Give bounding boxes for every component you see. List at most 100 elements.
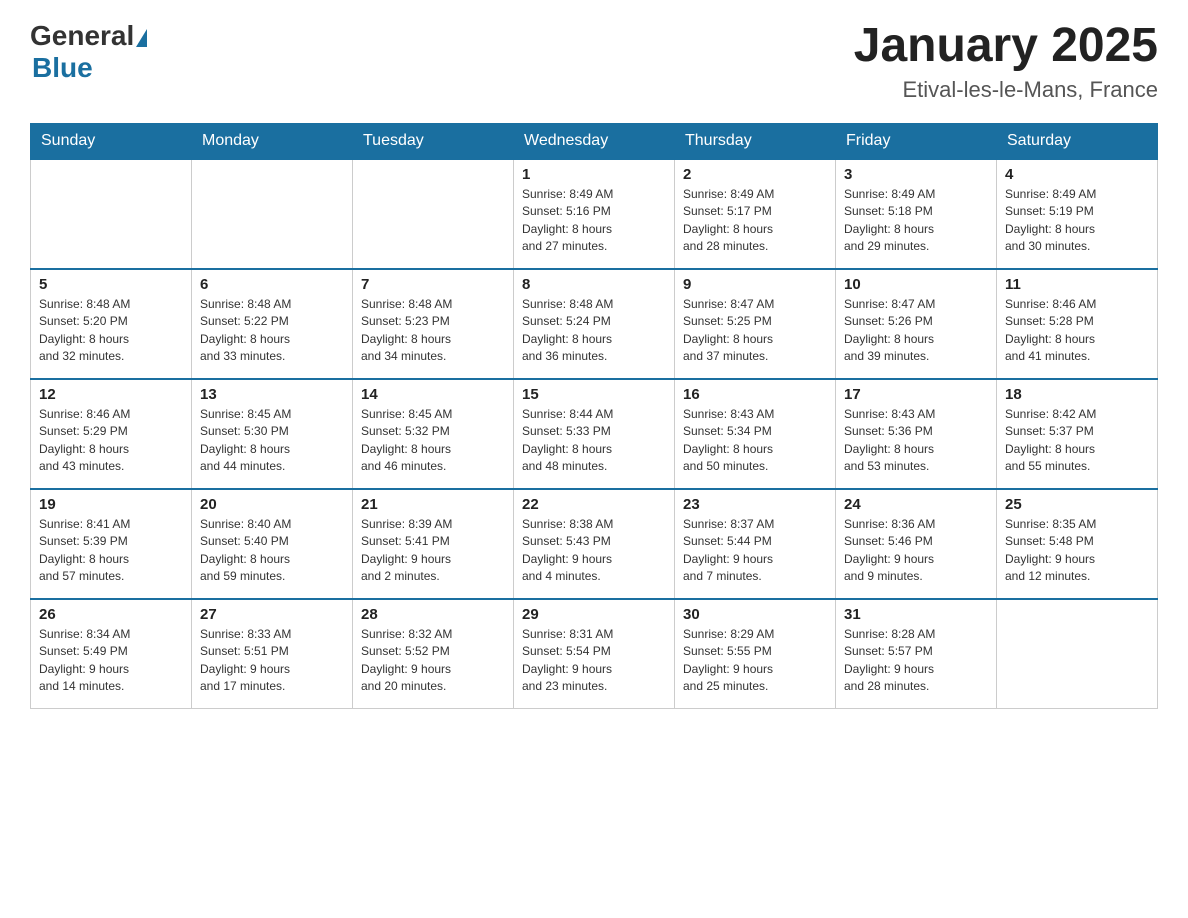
day-cell: [192, 159, 353, 269]
day-info: Sunrise: 8:45 AM Sunset: 5:30 PM Dayligh…: [200, 406, 344, 476]
day-number: 18: [1005, 386, 1149, 403]
day-info: Sunrise: 8:35 AM Sunset: 5:48 PM Dayligh…: [1005, 516, 1149, 586]
day-info: Sunrise: 8:47 AM Sunset: 5:26 PM Dayligh…: [844, 296, 988, 366]
day-cell: 31 Sunrise: 8:28 AM Sunset: 5:57 PM Dayli…: [836, 599, 997, 709]
day-cell: 11Sunrise: 8:46 AM Sunset: 5:28 PM Dayli…: [997, 269, 1158, 379]
day-cell: 19 Sunrise: 8:41 AM Sunset: 5:39 PM Dayli…: [31, 489, 192, 599]
day-cell: 10Sunrise: 8:47 AM Sunset: 5:26 PM Dayli…: [836, 269, 997, 379]
day-info: Sunrise: 8:46 AM Sunset: 5:29 PM Dayligh…: [39, 406, 183, 476]
day-header-friday: Friday: [836, 123, 997, 159]
day-number: 28: [361, 606, 505, 623]
day-cell: 22Sunrise: 8:38 AM Sunset: 5:43 PM Dayli…: [514, 489, 675, 599]
day-cell: 24 Sunrise: 8:36 AM Sunset: 5:46 PM Dayli…: [836, 489, 997, 599]
day-cell: [353, 159, 514, 269]
page-header: General Blue January 2025 Etival-les-le-…: [30, 20, 1158, 103]
day-cell: 16 Sunrise: 8:43 AM Sunset: 5:34 PM Dayli…: [675, 379, 836, 489]
day-number: 30: [683, 606, 827, 623]
day-number: 1: [522, 166, 666, 183]
day-number: 6: [200, 276, 344, 293]
day-info: Sunrise: 8:41 AM Sunset: 5:39 PM Dayligh…: [39, 516, 183, 586]
day-cell: 1 Sunrise: 8:49 AM Sunset: 5:16 PM Daylig…: [514, 159, 675, 269]
day-cell: 3Sunrise: 8:49 AM Sunset: 5:18 PM Daylig…: [836, 159, 997, 269]
week-row-3: 12Sunrise: 8:46 AM Sunset: 5:29 PM Dayli…: [31, 379, 1158, 489]
month-title: January 2025: [854, 20, 1158, 73]
day-cell: 27Sunrise: 8:33 AM Sunset: 5:51 PM Dayli…: [192, 599, 353, 709]
day-cell: 15 Sunrise: 8:44 AM Sunset: 5:33 PM Dayli…: [514, 379, 675, 489]
day-info: Sunrise: 8:31 AM Sunset: 5:54 PM Dayligh…: [522, 626, 666, 696]
day-cell: 8Sunrise: 8:48 AM Sunset: 5:24 PM Daylig…: [514, 269, 675, 379]
day-info: Sunrise: 8:49 AM Sunset: 5:18 PM Dayligh…: [844, 186, 988, 256]
day-info: Sunrise: 8:49 AM Sunset: 5:19 PM Dayligh…: [1005, 186, 1149, 256]
logo-triangle-icon: [136, 29, 147, 47]
day-cell: 12Sunrise: 8:46 AM Sunset: 5:29 PM Dayli…: [31, 379, 192, 489]
day-info: Sunrise: 8:47 AM Sunset: 5:25 PM Dayligh…: [683, 296, 827, 366]
day-number: 20: [200, 496, 344, 513]
day-info: Sunrise: 8:40 AM Sunset: 5:40 PM Dayligh…: [200, 516, 344, 586]
location: Etival-les-le-Mans, France: [854, 77, 1158, 103]
day-cell: 9 Sunrise: 8:47 AM Sunset: 5:25 PM Daylig…: [675, 269, 836, 379]
day-number: 8: [522, 276, 666, 293]
day-info: Sunrise: 8:34 AM Sunset: 5:49 PM Dayligh…: [39, 626, 183, 696]
day-number: 14: [361, 386, 505, 403]
day-info: Sunrise: 8:42 AM Sunset: 5:37 PM Dayligh…: [1005, 406, 1149, 476]
day-header-monday: Monday: [192, 123, 353, 159]
day-number: 24: [844, 496, 988, 513]
day-cell: 21Sunrise: 8:39 AM Sunset: 5:41 PM Dayli…: [353, 489, 514, 599]
day-number: 23: [683, 496, 827, 513]
week-row-1: 1 Sunrise: 8:49 AM Sunset: 5:16 PM Daylig…: [31, 159, 1158, 269]
day-cell: 7Sunrise: 8:48 AM Sunset: 5:23 PM Daylig…: [353, 269, 514, 379]
logo-general: General: [30, 20, 134, 52]
day-cell: 30 Sunrise: 8:29 AM Sunset: 5:55 PM Dayli…: [675, 599, 836, 709]
week-row-5: 26 Sunrise: 8:34 AM Sunset: 5:49 PM Dayli…: [31, 599, 1158, 709]
day-header-tuesday: Tuesday: [353, 123, 514, 159]
day-cell: 29 Sunrise: 8:31 AM Sunset: 5:54 PM Dayli…: [514, 599, 675, 709]
day-cell: [31, 159, 192, 269]
day-number: 2: [683, 166, 827, 183]
day-info: Sunrise: 8:36 AM Sunset: 5:46 PM Dayligh…: [844, 516, 988, 586]
day-number: 9: [683, 276, 827, 293]
day-info: Sunrise: 8:48 AM Sunset: 5:22 PM Dayligh…: [200, 296, 344, 366]
day-info: Sunrise: 8:39 AM Sunset: 5:41 PM Dayligh…: [361, 516, 505, 586]
day-info: Sunrise: 8:29 AM Sunset: 5:55 PM Dayligh…: [683, 626, 827, 696]
day-info: Sunrise: 8:32 AM Sunset: 5:52 PM Dayligh…: [361, 626, 505, 696]
day-number: 16: [683, 386, 827, 403]
day-info: Sunrise: 8:37 AM Sunset: 5:44 PM Dayligh…: [683, 516, 827, 586]
day-number: 29: [522, 606, 666, 623]
title-block: January 2025 Etival-les-le-Mans, France: [854, 20, 1158, 103]
day-header-thursday: Thursday: [675, 123, 836, 159]
day-number: 4: [1005, 166, 1149, 183]
day-info: Sunrise: 8:49 AM Sunset: 5:17 PM Dayligh…: [683, 186, 827, 256]
day-info: Sunrise: 8:43 AM Sunset: 5:34 PM Dayligh…: [683, 406, 827, 476]
day-info: Sunrise: 8:28 AM Sunset: 5:57 PM Dayligh…: [844, 626, 988, 696]
day-header-sunday: Sunday: [31, 123, 192, 159]
day-number: 5: [39, 276, 183, 293]
week-row-4: 19 Sunrise: 8:41 AM Sunset: 5:39 PM Dayli…: [31, 489, 1158, 599]
day-cell: 13 Sunrise: 8:45 AM Sunset: 5:30 PM Dayli…: [192, 379, 353, 489]
week-row-2: 5 Sunrise: 8:48 AM Sunset: 5:20 PM Daylig…: [31, 269, 1158, 379]
logo: General Blue: [30, 20, 147, 84]
day-cell: 17Sunrise: 8:43 AM Sunset: 5:36 PM Dayli…: [836, 379, 997, 489]
day-number: 31: [844, 606, 988, 623]
day-cell: 2 Sunrise: 8:49 AM Sunset: 5:17 PM Daylig…: [675, 159, 836, 269]
day-number: 25: [1005, 496, 1149, 513]
day-header-saturday: Saturday: [997, 123, 1158, 159]
day-cell: 23 Sunrise: 8:37 AM Sunset: 5:44 PM Dayli…: [675, 489, 836, 599]
day-number: 27: [200, 606, 344, 623]
day-cell: 26 Sunrise: 8:34 AM Sunset: 5:49 PM Dayli…: [31, 599, 192, 709]
day-number: 26: [39, 606, 183, 623]
day-number: 15: [522, 386, 666, 403]
day-cell: [997, 599, 1158, 709]
day-info: Sunrise: 8:49 AM Sunset: 5:16 PM Dayligh…: [522, 186, 666, 256]
day-number: 7: [361, 276, 505, 293]
day-cell: 4 Sunrise: 8:49 AM Sunset: 5:19 PM Daylig…: [997, 159, 1158, 269]
day-cell: 14Sunrise: 8:45 AM Sunset: 5:32 PM Dayli…: [353, 379, 514, 489]
day-info: Sunrise: 8:38 AM Sunset: 5:43 PM Dayligh…: [522, 516, 666, 586]
day-cell: 20 Sunrise: 8:40 AM Sunset: 5:40 PM Dayli…: [192, 489, 353, 599]
day-cell: 25 Sunrise: 8:35 AM Sunset: 5:48 PM Dayli…: [997, 489, 1158, 599]
logo-blue: Blue: [32, 52, 93, 84]
day-number: 19: [39, 496, 183, 513]
day-number: 13: [200, 386, 344, 403]
day-info: Sunrise: 8:44 AM Sunset: 5:33 PM Dayligh…: [522, 406, 666, 476]
day-header-wednesday: Wednesday: [514, 123, 675, 159]
day-info: Sunrise: 8:48 AM Sunset: 5:20 PM Dayligh…: [39, 296, 183, 366]
